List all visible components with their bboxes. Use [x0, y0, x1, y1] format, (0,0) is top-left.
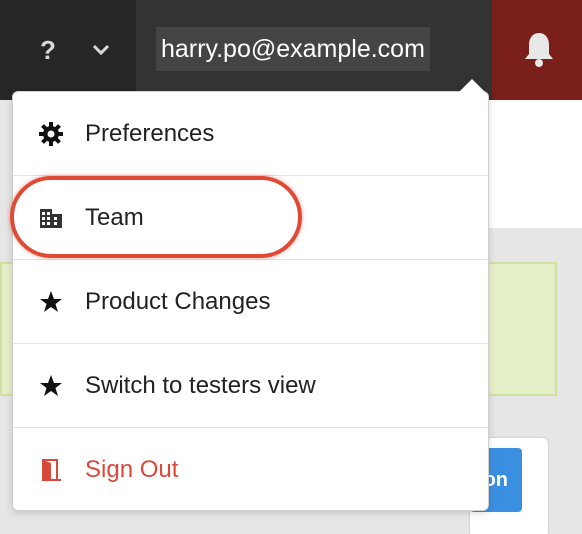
gear-icon — [39, 122, 63, 146]
star-icon — [40, 375, 62, 396]
menu-item-product-changes[interactable]: Product Changes — [13, 260, 488, 344]
menu-item-team[interactable]: Team — [13, 176, 488, 260]
menu-item-label: Sign Out — [85, 456, 179, 483]
user-account-button[interactable]: harry.po@example.com — [156, 27, 430, 71]
help-button[interactable]: ? — [36, 34, 60, 66]
menu-item-sign-out[interactable]: Sign Out — [13, 428, 488, 512]
user-menu-area: harry.po@example.com — [136, 0, 492, 100]
star-icon — [40, 291, 62, 312]
door-icon — [42, 459, 61, 481]
menu-item-label: Team — [85, 204, 144, 231]
chevron-down-icon[interactable] — [90, 38, 112, 60]
menu-item-label: Switch to testers view — [85, 372, 316, 399]
top-bar: ? harry.po@example.com — [0, 0, 582, 100]
building-icon — [40, 209, 62, 228]
menu-item-preferences[interactable]: Preferences — [13, 92, 488, 176]
menu-item-label: Preferences — [85, 120, 215, 147]
menu-item-label: Product Changes — [85, 288, 271, 315]
menu-item-switch-testers-view[interactable]: Switch to testers view — [13, 344, 488, 428]
page-content-area — [488, 100, 582, 228]
notifications-area — [492, 0, 582, 100]
help-menu-area: ? — [0, 0, 136, 100]
account-dropdown-menu: Preferences Team Product Changes Switch … — [12, 79, 489, 512]
menu-caret — [459, 79, 485, 92]
bell-icon[interactable] — [522, 30, 556, 68]
